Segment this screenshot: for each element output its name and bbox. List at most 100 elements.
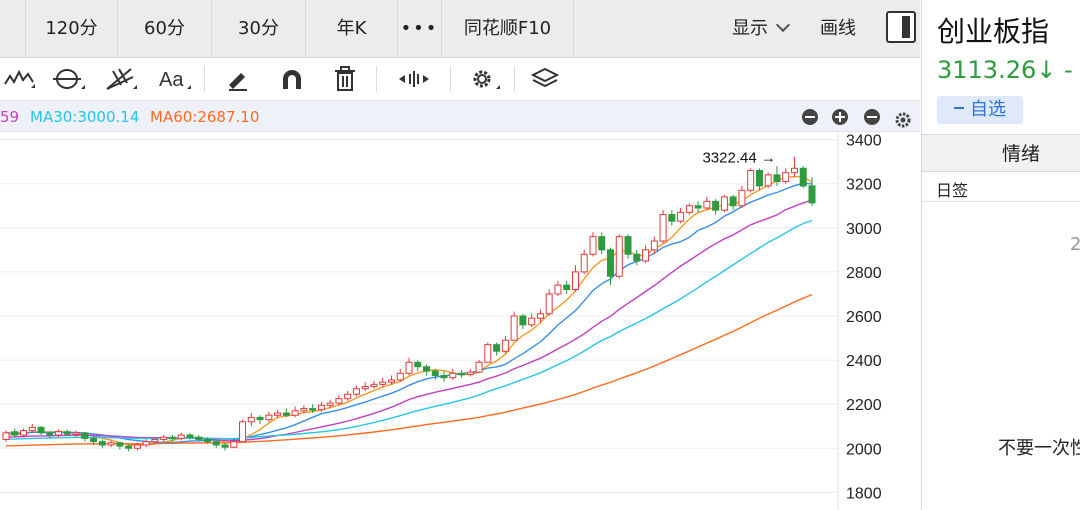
candle-down <box>90 437 98 443</box>
candle-up <box>247 416 255 423</box>
candle-down <box>694 205 702 209</box>
candle-down <box>755 169 763 187</box>
daily-sign-label[interactable]: 日签 <box>936 177 968 201</box>
candle-down <box>116 442 124 447</box>
candle-down <box>808 185 816 204</box>
zoom-in-icon[interactable] <box>832 109 848 125</box>
candle-up <box>361 386 369 390</box>
candle-down <box>256 416 264 421</box>
toolbar-divider <box>376 66 377 92</box>
ma60-value: MA60:2687.10 <box>150 108 260 126</box>
candles <box>2 156 816 452</box>
candle-down <box>195 436 203 440</box>
candle-down <box>431 370 439 377</box>
candle-up <box>133 444 141 449</box>
candle-up <box>20 430 28 436</box>
side-panel-toggle-icon[interactable] <box>886 11 916 43</box>
candle-up <box>571 271 579 291</box>
cycle-icon[interactable] <box>48 62 88 96</box>
display-dropdown[interactable]: 显示 <box>732 0 791 58</box>
candle-up <box>160 436 168 440</box>
candle-down <box>63 431 71 435</box>
zoom-out-icon[interactable] <box>864 109 880 125</box>
tab-30min[interactable]: 30分 <box>212 0 306 58</box>
tab-partial[interactable] <box>0 0 26 58</box>
candle-down <box>168 436 176 440</box>
candle-down <box>221 444 229 448</box>
candle-up <box>536 313 544 319</box>
candle-up <box>554 284 562 295</box>
index-price: 3113.26↓ - <box>937 56 1073 84</box>
remove-favorite-button[interactable]: 自选 <box>937 96 1023 124</box>
candle-up <box>274 412 282 416</box>
daily-sign-section: 日签 <box>922 172 1080 202</box>
candle-up <box>677 211 685 222</box>
candle-up <box>239 421 247 443</box>
y-tick-label: 2600 <box>846 309 882 326</box>
candle-down <box>282 412 290 416</box>
high-annotation: 3322.44 → <box>702 150 775 167</box>
candle-down <box>458 372 466 376</box>
candle-up <box>230 441 238 448</box>
candle-up <box>510 315 518 341</box>
more-tabs-button[interactable]: ••• <box>398 0 442 58</box>
chart-settings-icon[interactable] <box>894 108 912 128</box>
candle-down <box>773 174 781 183</box>
magnet-icon[interactable] <box>274 62 310 96</box>
candle-down <box>493 344 501 352</box>
candle-down <box>11 431 19 436</box>
tab-f10[interactable]: 同花顺F10 <box>442 0 574 58</box>
candle-up <box>545 293 553 315</box>
gear-icon[interactable] <box>464 62 504 96</box>
candle-down <box>414 361 422 368</box>
candle-up <box>142 441 150 446</box>
candle-up <box>747 169 755 191</box>
candle-up <box>449 372 457 379</box>
candle-down <box>712 200 720 211</box>
candle-up <box>615 236 623 277</box>
partial-digit: 2 <box>1070 234 1080 255</box>
ma30-value: MA30:3000.14 <box>30 108 140 126</box>
candle-up <box>317 404 325 411</box>
tab-120min[interactable]: 120分 <box>26 0 118 58</box>
draw-line-button[interactable]: 画线 <box>820 0 856 58</box>
candle-down <box>212 441 220 446</box>
wave-line-icon[interactable] <box>2 62 38 96</box>
candle-up <box>405 361 413 374</box>
candle-up <box>379 381 387 385</box>
collapse-indicator-icon[interactable] <box>802 109 818 125</box>
candle-up <box>475 361 483 373</box>
candle-up <box>370 383 378 388</box>
candle-up <box>72 432 80 435</box>
ma5-line <box>6 176 813 447</box>
candle-up <box>177 434 185 439</box>
candle-up <box>720 196 728 211</box>
display-label: 显示 <box>732 18 768 39</box>
y-tick-label: 3400 <box>846 133 882 150</box>
zoom-range-icon[interactable] <box>394 62 434 96</box>
text-icon[interactable]: Aa <box>152 62 194 96</box>
candlestick-chart[interactable]: 3400 3200 3000 2800 2600 2400 2200 2000 1800 332… <box>0 133 920 510</box>
toolbar-divider <box>514 66 515 92</box>
sentiment-message: 不要一次性 <box>998 438 1080 459</box>
candle-down <box>598 236 606 251</box>
y-axis-labels: 3400 3200 3000 2800 2600 2400 2200 2000 1800 <box>846 133 882 502</box>
fan-icon[interactable] <box>100 62 140 96</box>
candle-up <box>265 414 273 421</box>
tab-sentiment[interactable]: 情绪 <box>1002 135 1040 173</box>
ma20-partial: 59 <box>0 108 20 126</box>
tab-yearly-k[interactable]: 年K <box>306 0 398 58</box>
candle-down <box>799 167 807 187</box>
candle-up <box>703 200 711 209</box>
tab-60min[interactable]: 60分 <box>118 0 212 58</box>
candle-down <box>37 426 45 434</box>
ma30-line <box>5 219 813 440</box>
layers-icon[interactable] <box>528 62 562 96</box>
candle-up <box>344 393 352 400</box>
pencil-icon[interactable] <box>220 62 256 96</box>
candle-up <box>151 438 159 443</box>
trash-icon[interactable] <box>328 62 362 96</box>
minus-icon <box>954 107 964 109</box>
candle-down <box>624 236 632 255</box>
candle-up <box>501 339 509 352</box>
